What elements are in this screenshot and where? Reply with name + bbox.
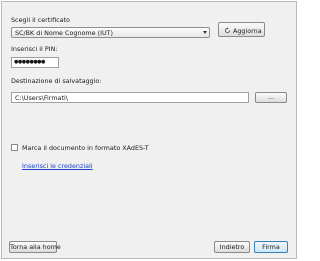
pin-field[interactable]: ●●●●●●●● <box>11 57 59 68</box>
destination-path-field[interactable]: C:\Users\Firmati\ <box>11 92 249 103</box>
sign-button[interactable]: Firma <box>254 241 288 253</box>
browse-button[interactable]: ... <box>255 92 287 103</box>
certificate-label: Scegli il certificato <box>11 16 70 24</box>
credentials-link[interactable]: Inserisci le credenziali <box>22 162 93 170</box>
xades-t-checkbox[interactable] <box>11 144 18 151</box>
certificate-select[interactable]: SC/BK di Nome Cognome (IUT) <box>11 27 210 38</box>
back-button[interactable]: Indietro <box>214 241 250 253</box>
refresh-button[interactable]: Aggiorna <box>218 22 265 37</box>
certificate-selected-value: SC/BK di Nome Cognome (IUT) <box>15 29 114 37</box>
home-button[interactable]: Torna alla home <box>9 241 61 253</box>
refresh-button-label: Aggiorna <box>233 27 262 35</box>
refresh-icon <box>224 27 231 34</box>
destination-label: Destinazione di salvataggio: <box>11 77 102 85</box>
xades-t-label: Marca il documento in formato XAdES-T <box>22 144 149 152</box>
chevron-down-icon <box>203 31 207 34</box>
sign-dialog: Scegli il certificato SC/BK di Nome Cogn… <box>1 1 297 259</box>
pin-label: Inserisci il PIN: <box>11 45 58 53</box>
